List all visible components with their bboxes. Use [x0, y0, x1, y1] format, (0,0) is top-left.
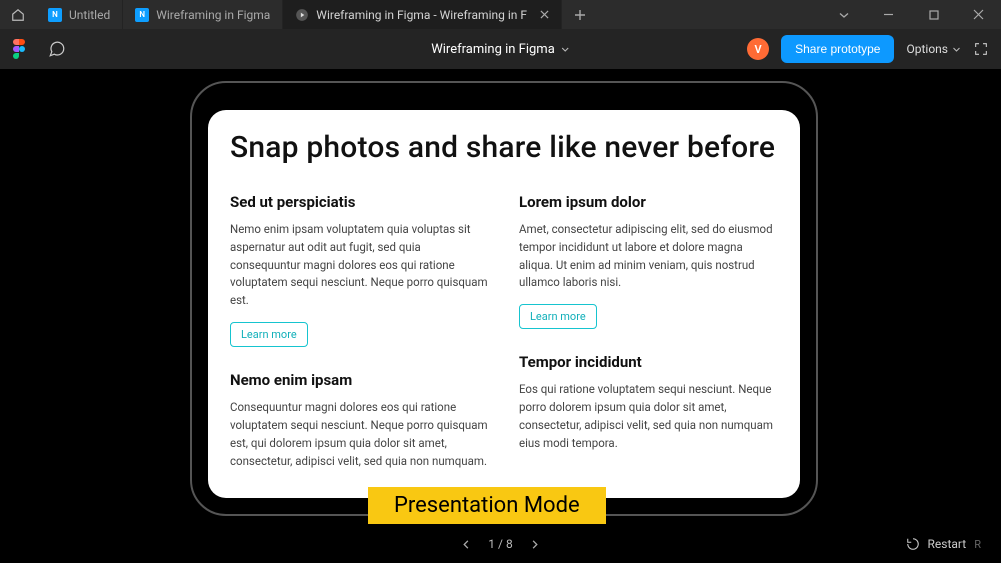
- tab-wireframing[interactable]: N Wireframing in Figma: [123, 0, 283, 29]
- content-block: Nemo enim ipsam Consequuntur magni dolor…: [230, 371, 489, 470]
- block-body: Eos qui ratione voluptatem sequi nesciun…: [519, 381, 778, 452]
- comments-icon[interactable]: [42, 40, 72, 58]
- toolbar: Wireframing in Figma V Share prototype O…: [0, 29, 1001, 69]
- options-menu[interactable]: Options: [906, 42, 961, 56]
- tab-label: Wireframing in Figma - Wireframing in F: [316, 8, 527, 22]
- options-label: Options: [906, 42, 948, 56]
- learn-more-button[interactable]: Learn more: [230, 322, 308, 347]
- block-body: Amet, consectetur adipiscing elit, sed d…: [519, 221, 778, 292]
- home-button[interactable]: [0, 0, 36, 29]
- title-bar: N Untitled N Wireframing in Figma Wirefr…: [0, 0, 1001, 29]
- block-body: Nemo enim ipsam voluptatem quia voluptas…: [230, 221, 489, 310]
- block-title: Tempor incididunt: [519, 353, 778, 371]
- prototype-stage: Snap photos and share like never before …: [0, 69, 1001, 563]
- close-window-button[interactable]: [956, 0, 1001, 29]
- tab-wireframing-prototype[interactable]: Wireframing in Figma - Wireframing in F: [283, 0, 562, 29]
- new-tab-button[interactable]: [562, 0, 598, 29]
- tab-label: Untitled: [69, 8, 110, 22]
- prev-frame-button[interactable]: [461, 539, 472, 550]
- content-block: Lorem ipsum dolor Amet, consectetur adip…: [519, 193, 778, 329]
- figma-logo[interactable]: [12, 39, 34, 59]
- tab-label: Wireframing in Figma: [156, 8, 270, 22]
- next-frame-button[interactable]: [529, 539, 540, 550]
- page-indicator: 1 / 8: [488, 537, 512, 551]
- page-heading: Snap photos and share like never before: [230, 128, 778, 167]
- maximize-button[interactable]: [911, 0, 956, 29]
- fullscreen-icon[interactable]: [973, 41, 989, 57]
- restart-shortcut: R: [974, 538, 981, 551]
- chevron-down-icon: [952, 45, 961, 54]
- document-title[interactable]: Wireframing in Figma: [431, 42, 570, 57]
- restart-label[interactable]: Restart: [928, 537, 967, 551]
- tablet-frame: Snap photos and share like never before …: [190, 81, 818, 516]
- play-icon: [295, 8, 309, 22]
- tab-untitled[interactable]: N Untitled: [36, 0, 123, 29]
- caption-overlay: Presentation Mode: [368, 487, 606, 524]
- block-title: Nemo enim ipsam: [230, 371, 489, 389]
- prototype-footer: 1 / 8 Restart R: [0, 537, 1001, 551]
- figma-file-icon: N: [48, 8, 62, 22]
- block-body: Consequuntur magni dolores eos qui ratio…: [230, 399, 489, 470]
- share-prototype-button[interactable]: Share prototype: [781, 35, 894, 63]
- avatar-initial: V: [755, 43, 762, 56]
- block-title: Lorem ipsum dolor: [519, 193, 778, 211]
- block-title: Sed ut perspiciatis: [230, 193, 489, 211]
- title-text: Wireframing in Figma: [431, 42, 555, 57]
- content-block: Tempor incididunt Eos qui ratione volupt…: [519, 353, 778, 452]
- minimize-button[interactable]: [866, 0, 911, 29]
- close-tab-icon[interactable]: [540, 10, 549, 19]
- figma-file-icon: N: [135, 8, 149, 22]
- restart-icon[interactable]: [906, 537, 920, 551]
- window-controls: [821, 0, 1001, 29]
- window-dropdown[interactable]: [821, 0, 866, 29]
- learn-more-button[interactable]: Learn more: [519, 304, 597, 329]
- prototype-screen[interactable]: Snap photos and share like never before …: [208, 110, 800, 498]
- content-block: Sed ut perspiciatis Nemo enim ipsam volu…: [230, 193, 489, 347]
- avatar[interactable]: V: [747, 38, 769, 60]
- chevron-down-icon: [561, 45, 570, 54]
